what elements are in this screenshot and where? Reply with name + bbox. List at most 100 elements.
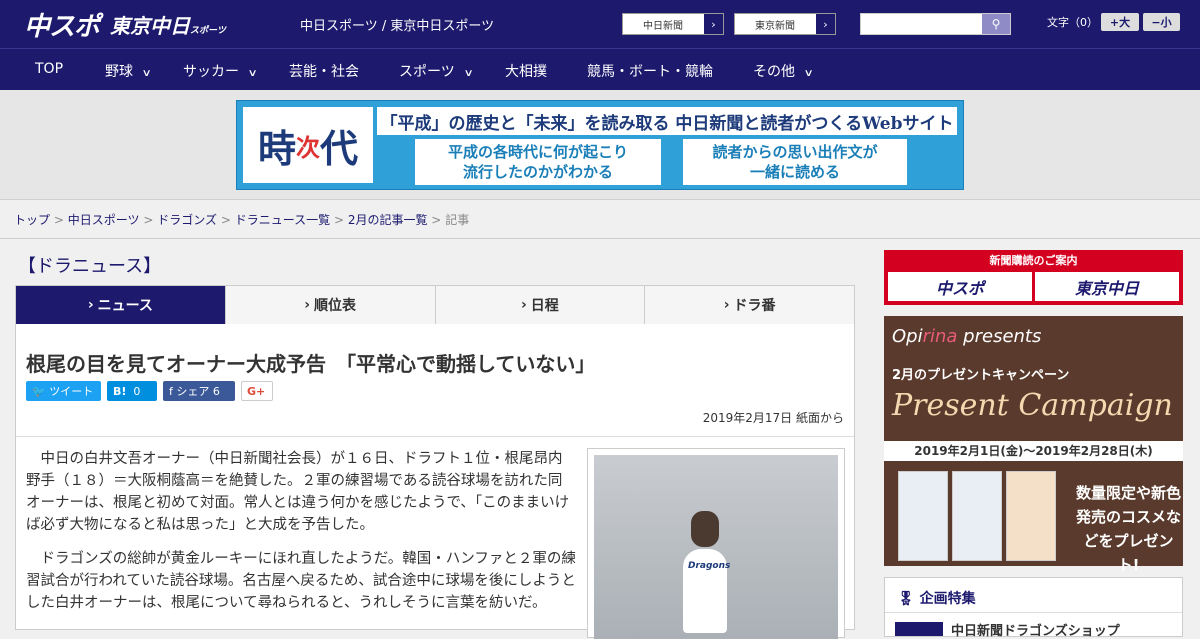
banner-box-1-line2: 流行したのかがわかる [462,163,613,181]
divider [885,612,1182,613]
crumb-sep: > [143,213,154,227]
tab-dora-ban[interactable]: › ドラ番 [644,286,854,324]
nav-label: 野球 [105,64,133,80]
subscription-ad[interactable]: 新聞購読のご案内 中スポ 東京中日 [884,250,1183,305]
tab-label: ドラ番 [733,298,776,314]
chevron-down-icon: ∨ [463,68,474,79]
tokyo-chunichi-logo[interactable]: 東京中日スポーツ [110,10,226,39]
hatena-count: 0 [133,384,141,398]
share-count: 6 [212,384,220,398]
nav-item-other[interactable]: その他 ∨ [753,61,814,81]
present-campaign-ad[interactable]: Opirina presents 2月のプレゼントキャンペーン Present … [884,316,1183,574]
jidai-c: 代 [320,125,359,171]
banner-box-2-line2: 一緒に読める [749,163,840,181]
product-image [898,471,948,561]
section-title: 【ドラニュース】 [18,256,162,277]
tokyo-shimbun-label: 東京新聞 [755,20,795,32]
nav-label: 芸能・社会 [289,64,359,80]
font-smaller-button[interactable]: −小 [1143,13,1180,31]
special-feature-title: 🎖 企画特集 [897,588,976,608]
opirina-brand: Opirina presents [892,326,1041,347]
tab-schedule[interactable]: › 日程 [434,286,645,324]
chunichi-shimbun-label: 中日新聞 [643,20,683,32]
nav-item-racing[interactable]: 競馬・ボート・競輪 [587,61,713,81]
jidai-banner-ad[interactable]: 時次代 「平成」の歴史と「未来」を読み取る 中日新聞と読者がつくるWebサイト … [236,100,964,190]
player-head [691,511,719,547]
crumb-current: 記事 [445,213,470,227]
nav-item-top[interactable]: TOP [35,61,63,77]
jidai-a: 時 [257,125,296,171]
tab-standings[interactable]: › 順位表 [224,286,435,324]
article: 根尾の目を見てオーナー大成予告 「平常心で動揺していない」 🐦 ツイート B! … [15,324,855,639]
article-title: 根尾の目を見てオーナー大成予告 「平常心で動揺していない」 [26,352,596,376]
chevron-right-icon: › [703,14,723,34]
brand-b: rina [922,326,958,347]
banner-area: 時次代 「平成」の歴史と「未来」を読み取る 中日新聞と読者がつくるWebサイト … [0,90,1200,200]
section-tabs: › ニュース › 順位表 › 日程 › ドラ番 [15,285,855,332]
google-plus-button[interactable]: G+ [241,381,273,401]
crumb-sep: > [53,213,64,227]
tokyo-shimbun-link[interactable]: 東京新聞 › [734,13,836,35]
logo2-sub: スポーツ [190,26,226,36]
nav-item-entertainment[interactable]: 芸能・社会 [289,61,359,81]
hatena-bookmark-button[interactable]: B! 0 [107,381,157,401]
share-label: シェア [176,385,210,398]
jidai-logo: 時次代 [243,107,373,183]
article-paragraph: 中日の白井文吾オーナー（中日新聞社会長）が１６日、ドラフト１位・根尾昂内野手（１… [26,451,570,533]
font-bigger-button[interactable]: +大 [1101,13,1139,31]
facebook-icon: f [169,384,173,398]
banner-box-1-line1: 平成の各時代に何が起こり [447,143,628,161]
campaign-title: Present Campaign [892,388,1173,423]
nav-item-sports[interactable]: スポーツ ∨ [399,61,474,81]
nav-item-sumo[interactable]: 大相撲 [505,61,547,81]
twitter-icon: 🐦 [32,384,46,398]
nav-item-baseball[interactable]: 野球 ∨ [105,61,152,81]
divider [0,238,1200,239]
dragons-shop-thumbnail[interactable] [895,622,943,636]
banner-box-2: 読者からの思い出作文が 一緒に読める [683,139,907,185]
nav-label: 大相撲 [505,64,547,80]
crumb-sep: > [431,213,442,227]
brand-c: presents [957,326,1042,347]
product-image [1006,471,1056,561]
tweet-button[interactable]: 🐦 ツイート [26,381,101,401]
crumb-sep: > [220,213,231,227]
banner-headline: 「平成」の歴史と「未来」を読み取る 中日新聞と読者がつくるWebサイト [377,107,957,135]
site-tagline: 中日スポーツ / 東京中日スポーツ [300,19,495,34]
top-header: 中スポ 東京中日スポーツ 中日スポーツ / 東京中日スポーツ 中日新聞 › 東京新… [0,0,1200,48]
nav-item-soccer[interactable]: サッカー ∨ [183,61,258,81]
crumb-dranews-list[interactable]: ドラニュース一覧 [235,213,330,227]
chuspo-subscribe-button[interactable]: 中スポ [888,272,1032,301]
banner-box-1: 平成の各時代に何が起こり 流行したのかがわかる [415,139,661,185]
campaign-dates: 2019年2月1日(金)～2019年2月28日(木) [884,441,1183,461]
tab-news[interactable]: › ニュース [16,286,225,332]
crumb-feb-articles[interactable]: 2月の記事一覧 [348,213,428,227]
chevron-right-icon: › [520,297,527,313]
font-size-label: 文字（0） [1047,16,1098,29]
ribbon-icon: 🎖 [897,591,915,607]
chevron-right-icon: › [815,14,835,34]
chevron-down-icon: ∨ [141,68,152,79]
search-input[interactable]: ⚲ [860,13,1011,35]
chevron-right-icon: › [87,297,94,313]
chuspo-logo[interactable]: 中スポ [24,6,100,43]
facebook-share-button[interactable]: f シェア 6 [163,381,235,401]
banner-box-2-line1: 読者からの思い出作文が [712,143,878,161]
campaign-subtitle: 2月のプレゼントキャンペーン [892,368,1070,383]
nav-label: サッカー [183,64,239,80]
campaign-callout: 数量限定や新色発売のコスメなどをプレゼント! [1076,484,1182,574]
brand-a: Opi [892,326,923,347]
divider [16,436,854,437]
crumb-dragons[interactable]: ドラゴンズ [157,213,217,227]
nav-label: スポーツ [399,64,455,80]
article-photo[interactable]: Dragons [587,448,845,639]
crumb-chunichi-sports[interactable]: 中日スポーツ [68,213,140,227]
crumb-top[interactable]: トップ [14,213,50,227]
search-icon[interactable]: ⚲ [982,14,1010,34]
chunichi-shimbun-link[interactable]: 中日新聞 › [622,13,724,35]
tokyo-chunichi-subscribe-button[interactable]: 東京中日 [1035,272,1179,301]
nav-label: 競馬・ボート・競輪 [587,64,713,80]
logo2-text: 東京中日 [110,14,190,38]
chevron-down-icon: ∨ [803,68,814,79]
tab-label: 順位表 [314,298,357,314]
